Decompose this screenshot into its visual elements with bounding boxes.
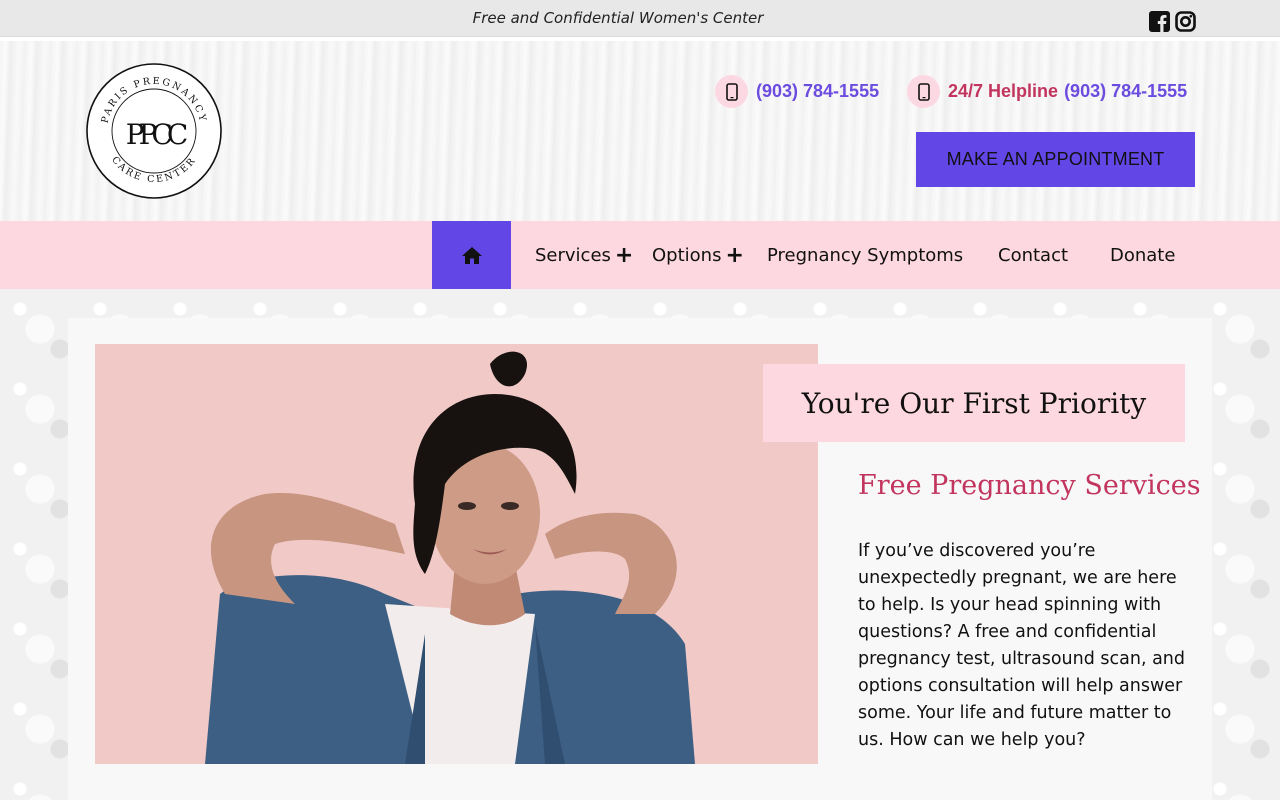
nav-home[interactable] <box>432 221 511 289</box>
nav-item-services[interactable]: Services + <box>535 221 633 289</box>
services-subheading: Free Pregnancy Services <box>858 470 1201 501</box>
mobile-phone-icon <box>907 75 940 108</box>
main-nav: Services + Options + Pregnancy Symptoms … <box>0 221 1280 289</box>
make-appointment-button[interactable]: MAKE AN APPOINTMENT <box>916 132 1195 187</box>
plus-icon: + <box>725 242 744 268</box>
nav-item-label: Options <box>652 244 722 266</box>
helpline-label: 24/7 Helpline <box>948 81 1059 101</box>
nav-item-options[interactable]: Options + <box>652 221 744 289</box>
facebook-icon[interactable] <box>1149 11 1170 32</box>
tagline: Free and Confidential Women's Center <box>472 9 764 27</box>
hero-photo <box>95 344 818 764</box>
nav-item-label: Pregnancy Symptoms <box>767 244 964 266</box>
nav-item-label: Contact <box>998 244 1069 266</box>
nav-item-contact[interactable]: Contact <box>998 221 1068 289</box>
social-links <box>1149 11 1196 32</box>
ppcc-logo[interactable]: PARIS PREGNANCY CARE CENTER PPCC <box>85 62 223 200</box>
nav-item-label: Services <box>535 244 611 266</box>
top-bar: Free and Confidential Women's Center <box>0 0 1280 37</box>
instagram-icon[interactable] <box>1175 11 1196 32</box>
nav-item-pregnancy-symptoms[interactable]: Pregnancy Symptoms <box>767 221 963 289</box>
intro-paragraph: If you’ve discovered you’re unexpectedly… <box>858 541 1185 750</box>
logo-monogram: PPCC <box>126 118 187 151</box>
mobile-phone-icon <box>715 75 748 108</box>
priority-heading: You're Our First Priority <box>763 364 1185 442</box>
phone-link[interactable]: (903) 784-1555 <box>715 75 879 108</box>
plus-icon: + <box>614 242 634 268</box>
nav-item-donate[interactable]: Donate <box>1110 221 1175 289</box>
nav-item-label: Donate <box>1110 244 1176 266</box>
home-icon <box>461 246 482 264</box>
helpline-link[interactable]: 24/7 Helpline (903) 784-1555 <box>907 75 1187 108</box>
helpline-number: (903) 784-1555 <box>1064 81 1188 101</box>
phone-number: (903) 784-1555 <box>756 81 880 101</box>
